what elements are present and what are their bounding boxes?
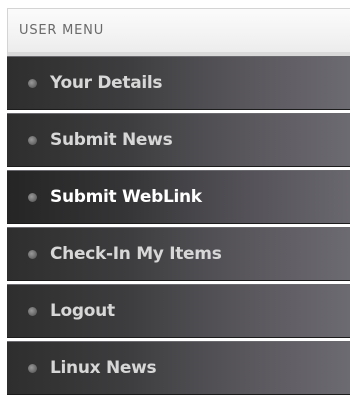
menu-header: USER MENU <box>7 8 350 56</box>
menu-item-check-in-my-items[interactable]: Check-In My Items <box>7 227 350 281</box>
menu-item-submit-news[interactable]: Submit News <box>7 113 350 167</box>
menu-item-label: Check-In My Items <box>50 244 222 264</box>
round-bullet-icon <box>28 307 37 316</box>
menu-item-linux-news[interactable]: Linux News <box>7 341 350 395</box>
menu-item-your-details[interactable]: Your Details <box>7 56 350 110</box>
menu-header-title: USER MENU <box>19 23 105 38</box>
menu-item-label: Submit News <box>50 130 173 150</box>
menu-item-submit-weblink[interactable]: Submit WebLink <box>7 170 350 224</box>
round-bullet-icon <box>28 193 37 202</box>
user-menu: USER MENU Your Details Submit News Submi… <box>7 8 350 395</box>
menu-item-label: Submit WebLink <box>50 187 202 207</box>
menu-item-label: Linux News <box>50 358 157 378</box>
menu-item-label: Your Details <box>50 73 163 93</box>
round-bullet-icon <box>28 364 37 373</box>
menu-list: Your Details Submit News Submit WebLink … <box>7 56 350 395</box>
menu-item-label: Logout <box>50 301 115 321</box>
menu-item-logout[interactable]: Logout <box>7 284 350 338</box>
round-bullet-icon <box>28 79 37 88</box>
round-bullet-icon <box>28 136 37 145</box>
round-bullet-icon <box>28 250 37 259</box>
